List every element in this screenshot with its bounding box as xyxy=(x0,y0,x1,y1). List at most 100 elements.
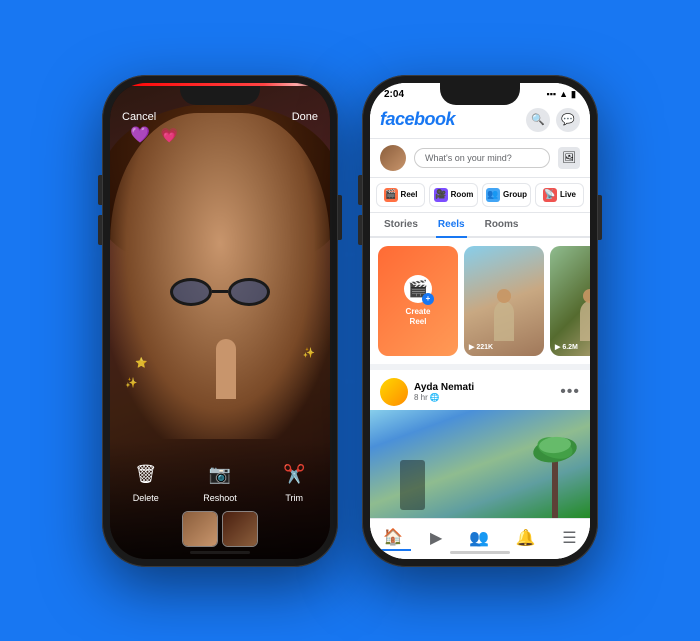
battery-icon: ▮ xyxy=(571,89,576,100)
nav-notifications[interactable]: 🔔 xyxy=(508,526,544,550)
create-reel-item[interactable]: 🎬 + CreateReel xyxy=(378,246,458,356)
create-reel-icon: 🎬 + xyxy=(404,275,432,303)
status-icons: ▪▪▪ ▲ ▮ xyxy=(547,89,576,100)
search-button[interactable]: 🔍 xyxy=(526,108,550,132)
live-action-button[interactable]: 📡 Live xyxy=(535,183,584,207)
quick-actions-bar: 🎬 Reel 🎥 Room 👥 Group 📡 Live xyxy=(370,178,590,213)
group-icon: 👥 xyxy=(486,188,500,202)
facebook-screen: 2:04 ▪▪▪ ▲ ▮ facebook 🔍 💬 xyxy=(370,83,590,559)
tab-stories[interactable]: Stories xyxy=(382,213,420,236)
plus-badge: + xyxy=(422,293,434,305)
reel-person-2 xyxy=(580,301,590,341)
tab-reels[interactable]: Reels xyxy=(436,213,467,238)
live-icon: 📡 xyxy=(543,188,557,202)
video-top-bar: Cancel Done xyxy=(110,111,330,123)
left-phone: Cancel Done 💜 💗 xyxy=(102,75,338,567)
reel-person-1 xyxy=(494,301,514,341)
post-author-avatar xyxy=(380,378,408,406)
user-avatar xyxy=(380,145,406,171)
glasses-left-lens xyxy=(170,278,212,306)
finger-gesture xyxy=(216,339,236,399)
wifi-icon: ▲ xyxy=(559,89,568,99)
cancel-button[interactable]: Cancel xyxy=(122,111,156,123)
post-author-name: Ayda Nemati xyxy=(414,382,554,393)
nav-friends[interactable]: 👥 xyxy=(461,526,497,550)
right-phone: 2:04 ▪▪▪ ▲ ▮ facebook 🔍 💬 xyxy=(362,75,598,567)
reel-label: Reel xyxy=(401,190,418,199)
reshoot-button[interactable]: 📷 Reshoot xyxy=(203,461,237,503)
thumbnail-1-image xyxy=(183,512,217,546)
reel-item-1[interactable]: ▶ 221K xyxy=(464,246,544,356)
create-reel-label: CreateReel xyxy=(406,307,431,326)
room-action-button[interactable]: 🎥 Room xyxy=(429,183,478,207)
video-thumbnails xyxy=(110,511,330,547)
group-action-button[interactable]: 👥 Group xyxy=(482,183,531,207)
camera-icon: 📷 xyxy=(206,461,234,489)
nav-home[interactable]: 🏠 xyxy=(375,525,411,551)
volume-up-button xyxy=(98,175,102,205)
trash-icon: 🗑 xyxy=(132,461,160,489)
live-label: Live xyxy=(560,190,576,199)
photo-button[interactable]: 🖼 xyxy=(558,147,580,169)
thumbnail-1[interactable] xyxy=(182,511,218,547)
home-indicator-right xyxy=(450,551,510,554)
hearts-decoration: 💜 💗 xyxy=(130,123,178,146)
glasses-bridge xyxy=(212,290,228,293)
room-label: Room xyxy=(451,190,474,199)
time: 2:04 xyxy=(384,89,404,100)
recording-bar xyxy=(110,83,330,86)
globe-icon: 🌐 xyxy=(430,393,440,402)
signal-icon: ▪▪▪ xyxy=(547,89,557,99)
room-icon: 🎥 xyxy=(434,188,448,202)
phones-container: Cancel Done 💜 💗 xyxy=(102,75,598,567)
fb-header: facebook 🔍 💬 xyxy=(370,102,590,139)
person-in-photo xyxy=(400,460,425,510)
video-editing-screen: Cancel Done 💜 💗 xyxy=(110,83,330,559)
volume-down-button-right xyxy=(358,215,362,245)
volume-down-button xyxy=(98,215,102,245)
notch xyxy=(180,83,260,105)
reel-count-2: ▶ 6.2M xyxy=(555,343,578,351)
thumbnail-2[interactable] xyxy=(222,511,258,547)
sparkle-2: ✨ xyxy=(303,348,315,359)
post-meta: Ayda Nemati 8 hr 🌐 xyxy=(414,382,554,402)
scissors-icon: ✂️ xyxy=(280,461,308,489)
facebook-logo: facebook xyxy=(380,109,455,130)
trim-button[interactable]: ✂️ Trim xyxy=(280,461,308,503)
nav-watch[interactable]: ▶ xyxy=(422,526,450,550)
reels-row: 🎬 + CreateReel ▶ 221K ▶ 6.2M xyxy=(370,238,590,364)
nav-menu[interactable]: ☰ xyxy=(554,526,584,550)
tab-rooms[interactable]: Rooms xyxy=(483,213,521,236)
status-input[interactable]: What's on your mind? xyxy=(414,148,550,168)
control-buttons: 🗑 Delete 📷 Reshoot ✂️ Trim xyxy=(110,461,330,503)
video-controls: 🗑 Delete 📷 Reshoot ✂️ Trim xyxy=(110,441,330,559)
reel-icon: 🎬 xyxy=(384,188,398,202)
header-icons: 🔍 💬 xyxy=(526,108,580,132)
notch-right xyxy=(440,83,520,105)
post-card: Ayda Nemati 8 hr 🌐 ••• xyxy=(370,370,590,520)
post-image xyxy=(370,410,590,520)
reel-item-2[interactable]: ▶ 6.2M xyxy=(550,246,590,356)
glasses-right-lens xyxy=(228,278,270,306)
reel-action-button[interactable]: 🎬 Reel xyxy=(376,183,425,207)
right-phone-screen: 2:04 ▪▪▪ ▲ ▮ facebook 🔍 💬 xyxy=(370,83,590,559)
reel-count-1: ▶ 221K xyxy=(469,343,493,351)
power-button xyxy=(338,195,342,240)
content-tabs: Stories Reels Rooms xyxy=(370,213,590,238)
post-time: 8 hr 🌐 xyxy=(414,393,554,402)
post-more-button[interactable]: ••• xyxy=(560,383,580,401)
left-phone-screen: Cancel Done 💜 💗 xyxy=(110,83,330,559)
post-header: Ayda Nemati 8 hr 🌐 ••• xyxy=(370,370,590,410)
sparkle-3: ⭐ xyxy=(135,358,147,369)
done-button[interactable]: Done xyxy=(292,111,318,123)
palm-tree-svg xyxy=(530,430,580,520)
thumbnail-2-image xyxy=(223,512,257,546)
group-label: Group xyxy=(503,190,527,199)
glasses xyxy=(170,278,270,308)
messenger-button[interactable]: 💬 xyxy=(556,108,580,132)
sparkle-1: ✨ xyxy=(125,378,137,389)
whats-on-mind-bar: What's on your mind? 🖼 xyxy=(370,139,590,178)
delete-button[interactable]: 🗑 Delete xyxy=(132,461,160,503)
mute-button xyxy=(358,175,362,205)
power-button-right xyxy=(598,195,602,240)
